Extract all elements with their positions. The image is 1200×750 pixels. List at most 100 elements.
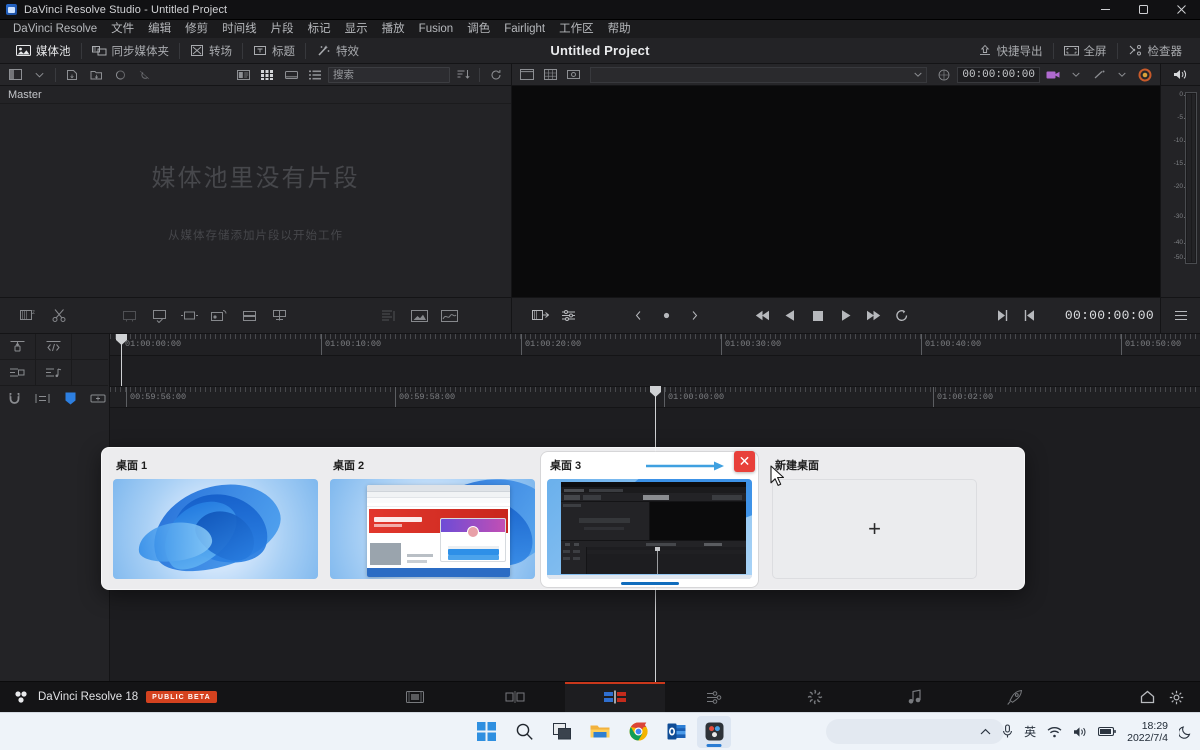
menu-item-mark[interactable]: 标记 xyxy=(301,20,338,38)
play-reverse-button[interactable] xyxy=(776,301,804,331)
lock-track-icon[interactable] xyxy=(0,334,36,360)
thumbnail-view-icon[interactable] xyxy=(256,66,278,84)
davinci-resolve-icon[interactable] xyxy=(697,716,731,748)
transport-timecode[interactable]: 00:00:00:00 xyxy=(1065,308,1154,323)
viewer-annotation-icon[interactable] xyxy=(563,66,583,84)
media-pool-button[interactable]: 媒体池 xyxy=(6,38,81,64)
search-icon[interactable] xyxy=(507,716,541,748)
marker-toggle-icon[interactable] xyxy=(84,386,112,410)
taskbar-search-pill[interactable] xyxy=(826,719,1004,744)
timeline-ruler-top[interactable]: 01:00:00:0001:00:10:0001:00:20:0001:00:3… xyxy=(110,334,1200,356)
effects-button[interactable]: 特效 xyxy=(306,38,369,64)
import-folder-icon[interactable] xyxy=(85,66,107,84)
flags-markers-icon[interactable] xyxy=(36,334,72,360)
menu-item-view[interactable]: 显示 xyxy=(338,20,375,38)
viewer-camera-icon[interactable] xyxy=(1043,66,1063,84)
viewer-menu-button[interactable] xyxy=(1160,297,1200,333)
viewer-source-dropdown[interactable] xyxy=(590,67,927,83)
task-view-icon[interactable] xyxy=(545,716,579,748)
new-desktop-tile[interactable]: 新建桌面 + xyxy=(772,457,977,579)
sort-order-icon[interactable] xyxy=(452,66,474,84)
viewer-fx-icon[interactable] xyxy=(1089,66,1109,84)
chrome-icon[interactable] xyxy=(621,716,655,748)
desktop-1-thumbnail[interactable] xyxy=(113,479,318,579)
menu-item-playback[interactable]: 播放 xyxy=(375,20,412,38)
menu-item-fairlight[interactable]: Fairlight xyxy=(497,20,552,38)
settings-gear-icon[interactable] xyxy=(1169,690,1184,705)
menu-item-trim[interactable]: 修剪 xyxy=(178,20,215,38)
menu-item-workspace[interactable]: 工作区 xyxy=(552,20,601,38)
overwrite-clip-icon[interactable] xyxy=(144,301,174,331)
maximize-button[interactable] xyxy=(1124,0,1162,20)
menu-item-file[interactable]: 文件 xyxy=(104,20,141,38)
ripple-overwrite-icon[interactable] xyxy=(264,301,294,331)
clone-icon[interactable] xyxy=(109,66,131,84)
fullscreen-button[interactable]: 全屏 xyxy=(1054,38,1117,64)
mark-in-icon[interactable] xyxy=(988,301,1016,331)
flag-clip-icon[interactable] xyxy=(0,360,36,386)
chevron-down-icon[interactable] xyxy=(1066,66,1086,84)
microphone-icon[interactable] xyxy=(1002,724,1013,739)
outlook-icon[interactable] xyxy=(659,716,693,748)
page-fairlight[interactable] xyxy=(865,682,965,713)
sync-bin-button[interactable]: 同步媒体夹 xyxy=(82,38,180,64)
timeline-thumbnail-icon[interactable]: z xyxy=(14,301,44,331)
snapping-magnet-icon[interactable] xyxy=(0,386,28,410)
desktop-tile-2[interactable]: 桌面 2 xyxy=(330,457,535,579)
page-cut[interactable] xyxy=(465,682,565,713)
refresh-icon[interactable] xyxy=(485,66,507,84)
replace-clip-icon[interactable] xyxy=(174,301,204,331)
menu-item-fusion[interactable]: Fusion xyxy=(412,20,461,38)
stop-button[interactable] xyxy=(804,301,832,331)
do-not-disturb-moon-icon[interactable] xyxy=(1179,725,1192,739)
speaker-icon[interactable] xyxy=(1073,726,1087,738)
snapshot-icon[interactable] xyxy=(404,301,434,331)
audio-marker-icon[interactable] xyxy=(36,360,72,386)
viewer-mode-icon[interactable] xyxy=(517,66,537,84)
inspector-button[interactable]: 检查器 xyxy=(1118,38,1193,64)
next-marker-icon[interactable] xyxy=(680,301,708,331)
loop-button[interactable] xyxy=(888,301,916,331)
battery-icon[interactable] xyxy=(1098,726,1116,737)
page-media[interactable] xyxy=(365,682,465,713)
play-button[interactable] xyxy=(832,301,860,331)
desktop-2-thumbnail[interactable] xyxy=(330,479,535,579)
prev-marker-icon[interactable] xyxy=(624,301,652,331)
mark-out-icon[interactable] xyxy=(1016,301,1044,331)
page-edit[interactable] xyxy=(565,682,665,713)
viewer-timecode[interactable]: 00:00:00:00 xyxy=(957,67,1040,83)
start-button[interactable] xyxy=(469,716,503,748)
link-icon[interactable] xyxy=(133,66,155,84)
jump-to-start-button[interactable] xyxy=(748,301,776,331)
page-deliver[interactable] xyxy=(965,682,1065,713)
append-clip-icon[interactable] xyxy=(234,301,264,331)
razor-cut-icon[interactable] xyxy=(44,301,74,331)
quick-export-button[interactable]: 快捷导出 xyxy=(968,38,1053,64)
minimize-button[interactable] xyxy=(1086,0,1124,20)
viewer-grid-icon[interactable] xyxy=(540,66,560,84)
breadcrumb[interactable]: Master xyxy=(0,86,511,104)
menu-item-clip[interactable]: 片段 xyxy=(264,20,301,38)
speaker-icon[interactable] xyxy=(1161,64,1200,86)
export-still-icon[interactable] xyxy=(526,301,554,331)
sidebar-toggle-icon[interactable] xyxy=(4,66,26,84)
ime-indicator[interactable]: 英 xyxy=(1024,723,1036,740)
new-desktop-button[interactable]: + xyxy=(772,479,977,579)
insert-clip-icon[interactable] xyxy=(114,301,144,331)
chevron-down-icon[interactable] xyxy=(28,66,50,84)
page-color[interactable] xyxy=(765,682,865,713)
flag-marker-icon[interactable] xyxy=(374,301,404,331)
clock[interactable]: 18:29 2022/7/4 xyxy=(1127,720,1168,744)
transitions-button[interactable]: 转场 xyxy=(180,38,242,64)
menu-item-timeline[interactable]: 时间线 xyxy=(215,20,264,38)
import-media-icon[interactable] xyxy=(61,66,83,84)
chevron-down-icon[interactable] xyxy=(1112,66,1132,84)
timeline-view-icon[interactable] xyxy=(72,334,108,360)
jump-to-end-button[interactable] xyxy=(860,301,888,331)
link-clips-icon[interactable] xyxy=(28,386,56,410)
desktop-3-thumbnail[interactable] xyxy=(547,479,752,579)
home-icon[interactable] xyxy=(1140,690,1155,704)
metadata-view-icon[interactable] xyxy=(232,66,254,84)
wifi-icon[interactable] xyxy=(1047,726,1062,738)
file-explorer-icon[interactable] xyxy=(583,716,617,748)
